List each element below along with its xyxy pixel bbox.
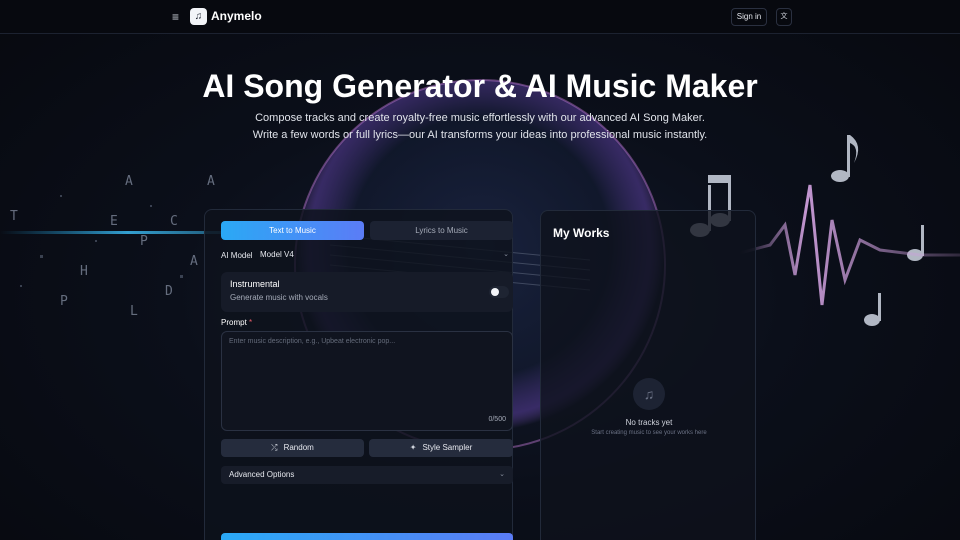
sign-in-button[interactable]: Sign in xyxy=(731,8,767,26)
style-sampler-button[interactable]: ✦ Style Sampler xyxy=(369,439,513,457)
char-counter: 0/500 xyxy=(488,416,506,423)
instrumental-subtitle: Generate music with vocals xyxy=(230,293,328,302)
logo-icon[interactable]: ♫ xyxy=(190,8,207,25)
svg-text:A: A xyxy=(125,174,133,189)
advanced-options-label: Advanced Options xyxy=(229,470,295,479)
instrumental-toggle[interactable] xyxy=(489,286,509,298)
instrumental-title: Instrumental xyxy=(230,279,280,289)
shuffle-icon: ⤮ xyxy=(271,443,278,452)
required-mark: * xyxy=(249,318,253,327)
svg-text:C: C xyxy=(170,214,178,229)
empty-state-title: No tracks yet xyxy=(625,418,673,427)
my-works-title: My Works xyxy=(553,226,610,240)
tab-text-to-music[interactable]: Text to Music xyxy=(221,221,364,240)
svg-text:A: A xyxy=(190,254,198,269)
prompt-label-text: Prompt xyxy=(221,318,247,327)
svg-text:L: L xyxy=(130,304,138,319)
translate-icon[interactable]: 文 xyxy=(776,8,792,26)
generator-panel: Text to Music Lyrics to Music AI Model M… xyxy=(204,209,513,540)
svg-text:P: P xyxy=(60,294,68,309)
falling-letters: A A T E P C A L D H P xyxy=(10,174,215,319)
tab-lyrics-to-music[interactable]: Lyrics to Music xyxy=(370,221,513,240)
top-nav: ≡ ♫ Anymelo Sign in 文 xyxy=(0,0,960,34)
hero-subtitle-line-2: Write a few words or full lyrics—our AI … xyxy=(252,129,708,141)
svg-text:E: E xyxy=(110,214,118,229)
ai-model-value: Model V4 xyxy=(260,250,294,259)
style-sampler-label: Style Sampler xyxy=(422,443,473,452)
chevron-down-icon: ⌄ xyxy=(499,471,505,478)
prompt-box: 0/500 xyxy=(221,331,513,431)
svg-text:P: P xyxy=(140,234,148,249)
random-button[interactable]: ⤮ Random xyxy=(221,439,364,457)
my-works-panel: My Works ♫ No tracks yet Start creating … xyxy=(540,210,756,540)
empty-state-subtitle: Start creating music to see your works h… xyxy=(591,430,707,436)
random-label: Random xyxy=(283,443,314,452)
page-title: AI Song Generator & AI Music Maker xyxy=(202,68,758,104)
prompt-input[interactable] xyxy=(222,332,512,430)
ai-model-select[interactable]: Model V4 ⌄ xyxy=(260,248,513,262)
svg-text:A: A xyxy=(207,174,215,189)
ai-model-label: AI Model xyxy=(221,251,253,260)
sound-wave xyxy=(739,184,960,306)
hero-subtitle-line-1: Compose tracks and create royalty-free m… xyxy=(255,112,705,124)
prompt-label: Prompt * xyxy=(221,318,252,327)
music-note-icon: ♫ xyxy=(633,378,665,410)
advanced-options-toggle[interactable]: Advanced Options ⌄ xyxy=(221,466,513,484)
generate-button[interactable] xyxy=(221,533,513,540)
svg-text:D: D xyxy=(165,284,173,299)
toggle-knob xyxy=(491,288,499,296)
letter-dust xyxy=(20,195,183,287)
hamburger-icon[interactable]: ≡ xyxy=(172,10,184,24)
chevron-down-icon: ⌄ xyxy=(503,251,509,258)
instrumental-setting: Instrumental Generate music with vocals xyxy=(221,272,513,312)
svg-text:H: H xyxy=(80,264,88,279)
sparkle-icon: ✦ xyxy=(409,443,417,452)
svg-text:T: T xyxy=(10,209,18,224)
brand-name[interactable]: Anymelo xyxy=(211,9,262,23)
